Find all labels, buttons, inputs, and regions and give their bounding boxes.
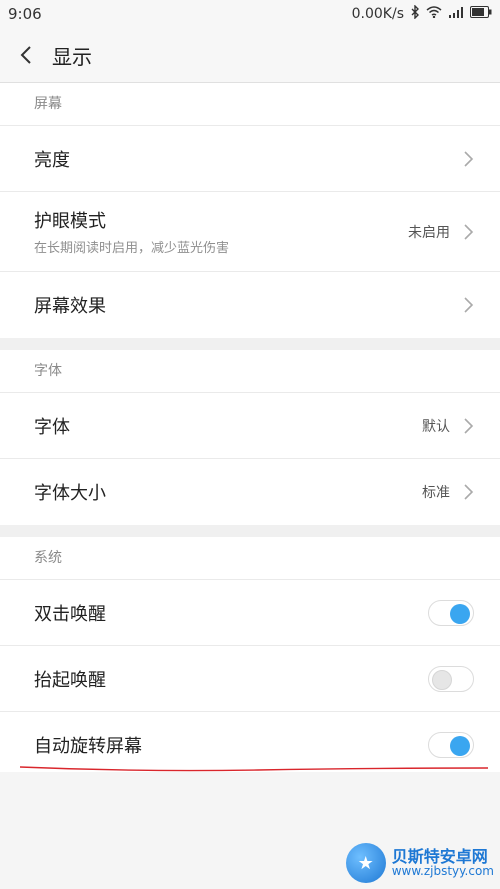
section-font: 字体 字体 默认 字体大小 标准 <box>0 350 500 525</box>
section-title-screen: 屏幕 <box>0 83 500 126</box>
watermark-logo-icon: ★ <box>345 843 386 883</box>
row-lift-wake[interactable]: 抬起唤醒 <box>0 646 500 712</box>
row-label: 字体 <box>34 416 70 438</box>
page-title: 显示 <box>52 44 92 69</box>
network-speed: 0.00K/s <box>351 6 404 22</box>
app-header: 显示 <box>0 28 500 83</box>
row-font[interactable]: 字体 默认 <box>0 393 500 459</box>
row-value: 默认 <box>422 418 450 435</box>
back-button[interactable] <box>0 28 52 82</box>
double-tap-toggle[interactable] <box>428 599 474 626</box>
empty-area: ★ 贝斯特安卓网 www.zjbstyy.com <box>0 772 500 889</box>
toggle-knob <box>450 603 470 624</box>
row-value: 未启用 <box>408 224 450 241</box>
chevron-left-icon <box>20 46 31 64</box>
auto-rotate-toggle[interactable] <box>428 732 474 758</box>
section-screen: 屏幕 亮度 护眼模式 在长期阅读时启用，减少蓝光伤害 未启用 屏幕效果 <box>0 83 500 338</box>
row-label: 亮度 <box>34 149 70 171</box>
signal-icon <box>448 6 464 22</box>
row-screen-effect[interactable]: 屏幕效果 <box>0 272 500 338</box>
lift-wake-toggle[interactable] <box>428 665 474 692</box>
row-label: 护眼模式 <box>34 211 106 232</box>
row-label: 双击唤醒 <box>34 603 106 625</box>
row-label: 自动旋转屏幕 <box>34 736 142 757</box>
section-title-system: 系统 <box>0 537 500 580</box>
chevron-right-icon <box>464 223 474 240</box>
status-icons: 0.00K/s <box>351 4 492 23</box>
row-label: 抬起唤醒 <box>34 669 106 691</box>
status-bar: 9:06 0.00K/s <box>0 0 500 28</box>
bluetooth-icon <box>410 4 420 23</box>
section-divider <box>0 338 500 350</box>
watermark: ★ 贝斯特安卓网 www.zjbstyy.com <box>345 843 494 883</box>
toggle-knob <box>432 669 452 690</box>
row-font-size[interactable]: 字体大小 标准 <box>0 459 500 525</box>
chevron-right-icon <box>464 484 474 500</box>
row-eye-protection[interactable]: 护眼模式 在长期阅读时启用，减少蓝光伤害 未启用 <box>0 192 500 272</box>
toggle-knob <box>450 736 470 756</box>
watermark-url: www.zjbstyy.com <box>391 864 494 879</box>
status-time: 9:06 <box>8 5 42 23</box>
chevron-right-icon <box>464 417 474 434</box>
chevron-right-icon <box>464 150 474 167</box>
row-subtitle: 在长期阅读时启用，减少蓝光伤害 <box>34 241 230 256</box>
row-brightness[interactable]: 亮度 <box>0 126 500 192</box>
section-system: 系统 双击唤醒 抬起唤醒 自动旋转屏幕 <box>0 537 500 778</box>
row-double-tap-wake[interactable]: 双击唤醒 <box>0 580 500 646</box>
watermark-title: 贝斯特安卓网 <box>391 846 488 866</box>
chevron-right-icon <box>464 297 474 313</box>
row-label: 屏幕效果 <box>34 296 106 317</box>
annotation-underline <box>19 766 489 772</box>
row-value: 标准 <box>422 485 450 501</box>
section-divider <box>0 525 500 537</box>
row-label: 字体大小 <box>34 483 106 504</box>
section-title-font: 字体 <box>0 350 500 393</box>
wifi-icon <box>426 6 442 22</box>
battery-icon <box>470 6 492 22</box>
